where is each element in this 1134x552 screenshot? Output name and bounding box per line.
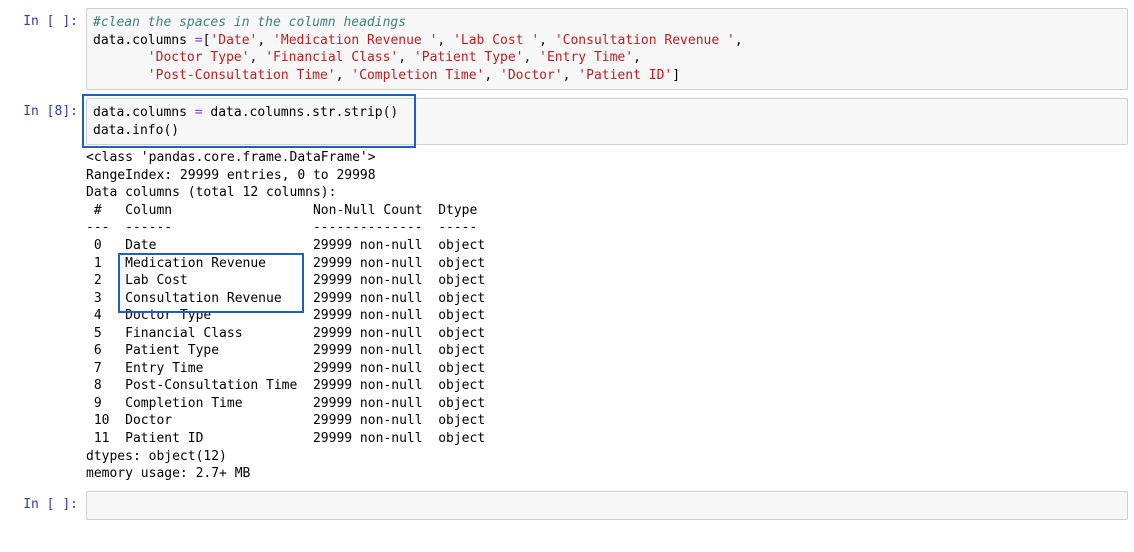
output-row: 6 Patient Type 29999 non-null object: [86, 343, 485, 358]
output-row: 0 Date 29999 non-null object: [86, 238, 485, 253]
code-cell-2: In [8]: data.columns = data.columns.str.…: [6, 98, 1128, 482]
output-row: 8 Post-Consultation Time 29999 non-null …: [86, 378, 485, 393]
code-input[interactable]: data.columns = data.columns.str.strip() …: [86, 98, 1128, 145]
output-column-header: # Column Non-Null Count Dtype: [86, 203, 485, 218]
output-line: RangeIndex: 29999 entries, 0 to 29998: [86, 168, 376, 183]
code-input[interactable]: #clean the spaces in the column headings…: [86, 8, 1128, 90]
input-prompt: In [8]:: [6, 98, 86, 482]
cell-output: <class 'pandas.core.frame.DataFrame'> Ra…: [86, 145, 1128, 482]
output-row: 10 Doctor 29999 non-null object: [86, 413, 485, 428]
output-row: 2 Lab Cost 29999 non-null object: [86, 273, 485, 288]
code-cell-1: In [ ]: #clean the spaces in the column …: [6, 8, 1128, 90]
output-row: 1 Medication Revenue 29999 non-null obje…: [86, 256, 485, 271]
code-input[interactable]: [86, 491, 1128, 521]
output-row: 3 Consultation Revenue 29999 non-null ob…: [86, 291, 485, 306]
output-line: <class 'pandas.core.frame.DataFrame'>: [86, 150, 376, 165]
output-row: 4 Doctor Type 29999 non-null object: [86, 308, 485, 323]
output-footer: memory usage: 2.7+ MB: [86, 466, 250, 481]
input-prompt: In [ ]:: [6, 8, 86, 90]
code-cell-3: In [ ]:: [6, 491, 1128, 521]
output-row: 7 Entry Time 29999 non-null object: [86, 361, 485, 376]
output-row: 9 Completion Time 29999 non-null object: [86, 396, 485, 411]
code-comment: #clean the spaces in the column headings: [93, 15, 406, 30]
input-prompt: In [ ]:: [6, 491, 86, 521]
output-row: 11 Patient ID 29999 non-null object: [86, 431, 485, 446]
output-row: 5 Financial Class 29999 non-null object: [86, 326, 485, 341]
output-divider: --- ------ -------------- -----: [86, 220, 485, 235]
output-line: Data columns (total 12 columns):: [86, 185, 336, 200]
output-footer: dtypes: object(12): [86, 449, 227, 464]
